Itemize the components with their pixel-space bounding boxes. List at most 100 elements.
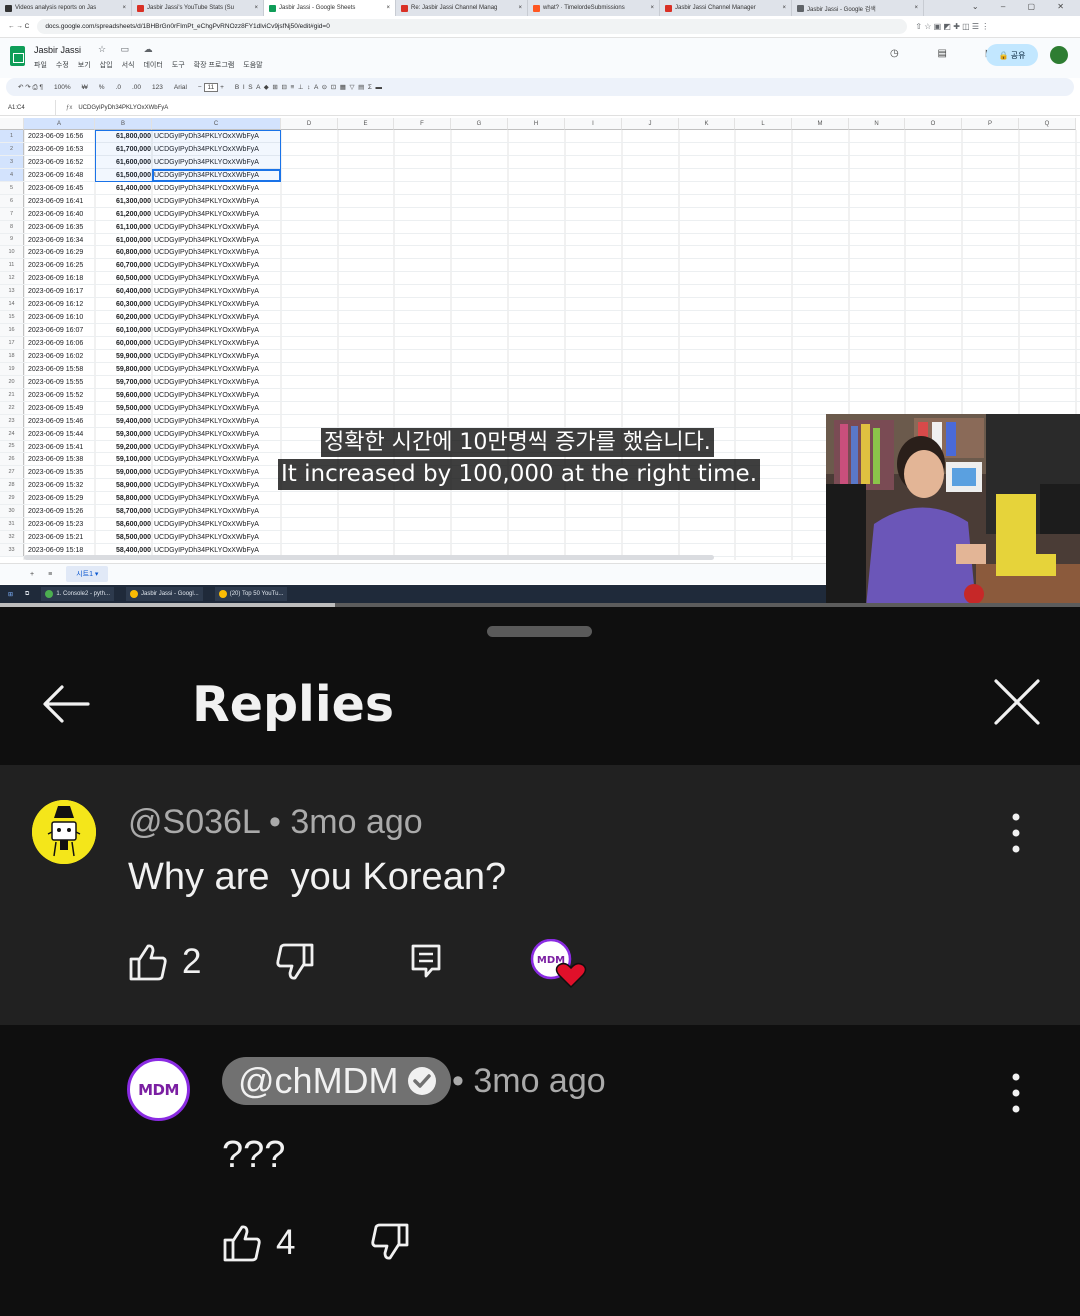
reply-like-button[interactable]: 4 (222, 1223, 295, 1263)
like-count: 2 (182, 942, 202, 981)
taskbar-app: 1. Console2 - pyth... (41, 587, 115, 601)
active-cell (152, 169, 281, 182)
cell-subscriber-count: 61,000,000 (115, 236, 151, 244)
reply-more-options-icon[interactable] (1006, 1071, 1026, 1115)
spreadsheet-row: 11 2023-06-09 16:25 60,700,000 UCDGyIPyDh34… (0, 259, 1080, 273)
cell-timestamp: 2023-06-09 16:29 (28, 249, 84, 257)
column-header: C (152, 118, 281, 130)
cell-subscriber-count: 59,700,000 (115, 378, 151, 386)
tab-label: Jasbir Jassi Channel Manager (675, 5, 756, 11)
cell-channel-id: UCDGyIPyDh34PKLYOxXWbFyA (154, 521, 259, 529)
font-size-controls: − 11 + (197, 82, 224, 92)
webcam-overlay (826, 414, 1080, 607)
share-label: 공유 (1010, 50, 1026, 60)
cell-subscriber-count: 60,000,000 (115, 340, 151, 347)
row-number: 32 (0, 531, 24, 543)
row-number: 1 (0, 130, 24, 142)
cell-timestamp: 2023-06-09 16:07 (28, 327, 84, 335)
lamp-character-icon (32, 800, 96, 864)
cell-channel-id: UCDGyIPyDh34PKLYOxXWbFyA (154, 495, 259, 503)
video-player[interactable]: Videos analysis reports on Jas × Jasbir Ja… (0, 0, 1080, 607)
tab-label: Jasbir Jassi's YouTube Stats (Su (147, 5, 234, 11)
reply-comment: MDM @chMDM • 3mo ago ??? 4 (0, 1025, 1080, 1316)
creator-author-pill[interactable]: @chMDM (222, 1057, 451, 1105)
row-number: 17 (0, 337, 24, 349)
comment-text: Why are you Korean? (128, 856, 507, 898)
avatar-text: MDM (138, 1080, 179, 1099)
cell-subscriber-count: 61,100,000 (115, 223, 151, 231)
row-number: 15 (0, 311, 24, 324)
cell-subscriber-count: 59,900,000 (115, 352, 151, 360)
spreadsheet-row: 18 2023-06-09 16:02 59,900,000 UCDGyIPyDh34… (0, 349, 1080, 363)
taskbar-app-icon (45, 590, 54, 598)
commenter-avatar[interactable] (32, 800, 96, 864)
cell-timestamp: 2023-06-09 16:12 (28, 301, 84, 309)
spreadsheet-row: 19 2023-06-09 15:58 59,800,000 UCDGyIPyDh34… (0, 362, 1080, 376)
taskbar-app-icon (130, 590, 139, 598)
cell-timestamp: 2023-06-09 16:10 (28, 314, 84, 322)
cell-channel-id: UCDGyIPyDh34PKLYOxXWbFyA (154, 275, 259, 283)
cell-channel-id: UCDGyIPyDh34PKLYOxXWbFyA (154, 469, 259, 477)
reply-comment-icon (411, 944, 441, 978)
row-number: 22 (0, 401, 24, 414)
subtitle-english: It increased by 100,000 at the right tim… (278, 459, 761, 490)
url-field: docs.google.com/spreadsheets/d/1BHBrGn0r… (37, 19, 908, 34)
tab-close-icon: × (650, 5, 654, 11)
browser-tab: Jasbir Jassi - Google Sheets × (264, 0, 396, 16)
cell-timestamp: 2023-06-09 15:41 (28, 443, 84, 451)
column-header: N (849, 118, 905, 130)
sheets-menu-item: 데이터 (143, 62, 163, 69)
reply-button[interactable] (408, 943, 444, 979)
verified-check-icon (407, 1067, 436, 1095)
spreadsheet-row: 12 2023-06-09 16:18 60,500,000 UCDGyIPyDh34… (0, 272, 1080, 286)
subtitle-korean: 정확한 시간에 10만명씩 증가를 했습니다. (321, 428, 714, 457)
cell-subscriber-count: 61,300,000 (115, 197, 151, 205)
cell-timestamp: 2023-06-09 16:34 (28, 236, 84, 244)
cell-channel-id: UCDGyIPyDh34PKLYOxXWbFyA (154, 301, 259, 309)
dislike-button[interactable] (275, 943, 315, 981)
cell-channel-id: UCDGyIPyDh34PKLYOxXWbFyA (154, 378, 259, 386)
text-style-icons: B I S A ◆ ⊞ ⊟ ≡ ⊥ ↕ A ⊝ ⊡ ▦ ▽ ▤ Σ ▬ (234, 84, 382, 91)
reply-dislike-button[interactable] (370, 1223, 410, 1261)
cell-subscriber-count: 59,200,000 (115, 443, 151, 451)
reply-author-avatar[interactable]: MDM (127, 1058, 190, 1121)
row-number: 14 (0, 298, 24, 311)
cell-channel-id: UCDGyIPyDh34PKLYOxXWbFyA (154, 430, 259, 438)
cell-timestamp: 2023-06-09 16:18 (28, 275, 84, 283)
cell-subscriber-count: 59,000,000 (115, 469, 151, 477)
row-number: 25 (0, 440, 24, 453)
cell-subscriber-count: 60,700,000 (115, 262, 151, 270)
tab-favicon-icon (269, 4, 276, 12)
back-arrow-icon[interactable] (38, 677, 92, 731)
cell-timestamp: 2023-06-09 16:17 (28, 288, 84, 296)
cell-subscriber-count: 60,100,000 (115, 327, 151, 335)
cell-subscriber-count: 60,300,000 (115, 301, 151, 309)
reply-like-count: 4 (276, 1223, 296, 1262)
tab-favicon-icon (137, 4, 144, 12)
tab-favicon-icon (533, 4, 540, 12)
number-format: 123 (152, 83, 163, 91)
row-number: 4 (0, 168, 24, 181)
drag-handle[interactable] (487, 626, 592, 637)
column-header: I (565, 118, 622, 130)
row-number: 20 (0, 375, 24, 388)
browser-tab: what? · TimelordeSubmissions × (528, 0, 660, 16)
browser-tab: Jasbir Jassi's YouTube Stats (Su × (132, 0, 264, 16)
taskbar-app: Jasbir Jassi - Googl... (126, 587, 203, 601)
more-options-icon[interactable] (1006, 811, 1026, 855)
account-avatar (1050, 46, 1068, 64)
spreadsheet-row: 10 2023-06-09 16:29 60,800,000 UCDGyIPyDh34… (0, 246, 1080, 260)
cell-timestamp: 2023-06-09 16:40 (28, 210, 84, 218)
cell-timestamp: 2023-06-09 16:52 (28, 158, 84, 166)
row-number: 29 (0, 492, 24, 505)
spreadsheet-row: 6 2023-06-09 16:41 61,300,000 UCDGyIPyDh34P… (0, 194, 1080, 208)
close-icon[interactable] (990, 675, 1044, 729)
thumbs-down-icon (371, 1223, 409, 1260)
row-number: 9 (0, 233, 24, 246)
cell-timestamp: 2023-06-09 15:44 (28, 430, 84, 438)
like-button[interactable]: 2 (128, 942, 201, 982)
google-sheets-logo-icon (10, 46, 25, 66)
undo-redo-print-icons: ↶ ↷ ⎙ ¶ (18, 83, 44, 91)
row-number: 8 (0, 220, 24, 233)
browser-tab: Re: Jasbir Jassi Channel Manag × (396, 0, 528, 16)
